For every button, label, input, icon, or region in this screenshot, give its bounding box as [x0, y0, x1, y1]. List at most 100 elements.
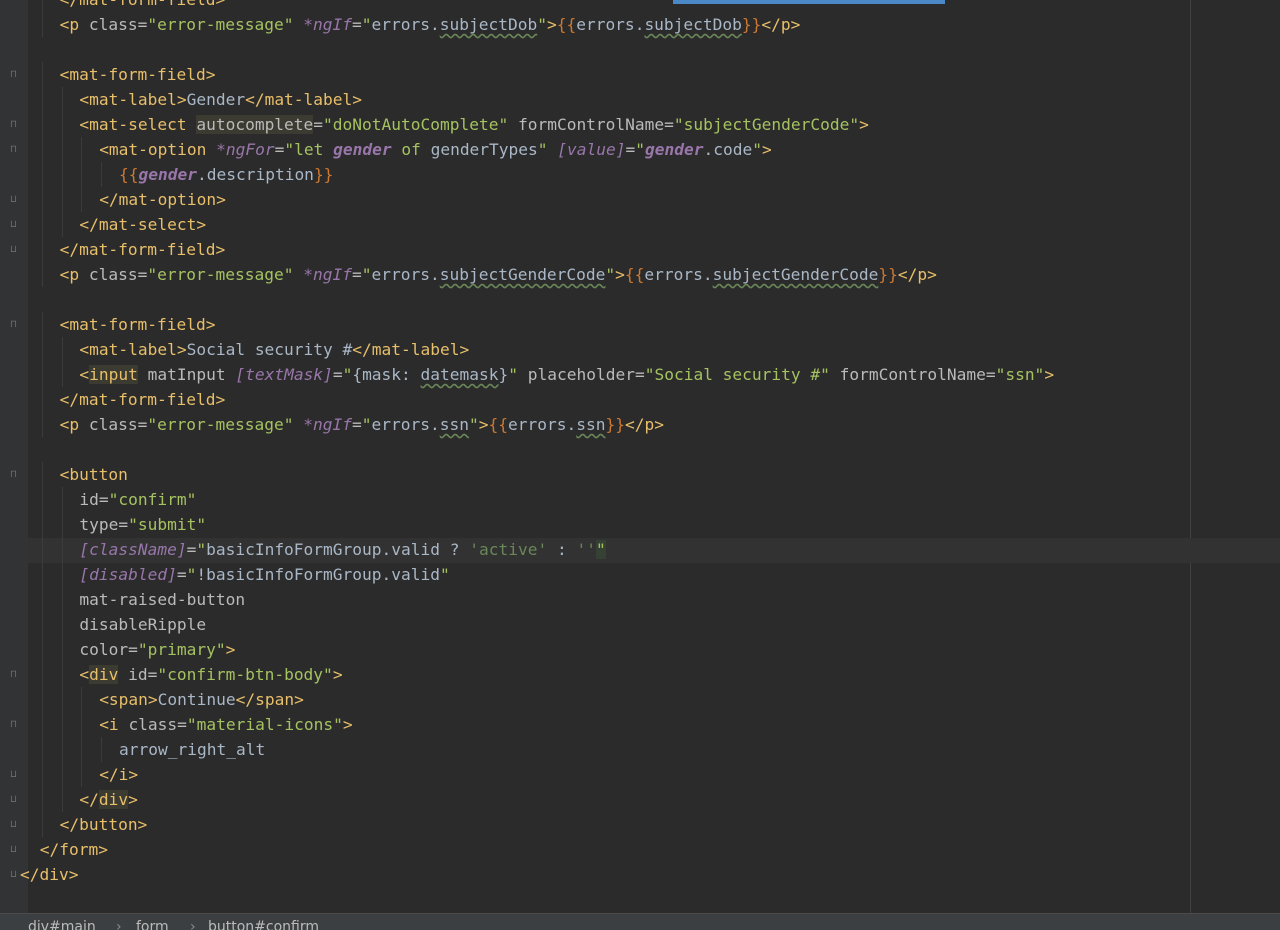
code-line[interactable]: ⊔ </mat-form-field> — [0, 237, 1280, 262]
code-line[interactable]: <input matInput [textMask]="{mask: datem… — [0, 362, 1280, 387]
code-line[interactable]: ⊔ </i> — [0, 762, 1280, 787]
indent-guide — [61, 662, 63, 687]
code-token: gender — [138, 165, 197, 184]
indent-guide — [41, 187, 43, 212]
code-line[interactable]: ⊓ <i class="material-icons"> — [0, 712, 1280, 737]
code-token: *ngIf — [303, 15, 352, 34]
code-token: matInput — [137, 365, 236, 384]
code-token: = — [186, 540, 197, 559]
code-line[interactable]: <mat-label>Social security #</mat-label> — [0, 337, 1280, 362]
code-line[interactable]: </mat-form-field> — [0, 0, 1280, 12]
code-token: class= — [88, 15, 148, 34]
code-text: </div> — [79, 787, 138, 812]
code-line[interactable]: ⊓ <mat-form-field> — [0, 312, 1280, 337]
code-text: <p class="error-message" *ngIf="errors.s… — [60, 262, 937, 287]
code-token: let — [294, 140, 334, 159]
code-line[interactable]: ⊔ </button> — [0, 812, 1280, 837]
code-line[interactable]: color="primary"> — [0, 637, 1280, 662]
fold-close-icon[interactable]: ⊔ — [9, 862, 18, 887]
code-line[interactable]: </mat-form-field> — [0, 387, 1280, 412]
code-token: "material-icons" — [186, 715, 343, 734]
code-token: }} — [605, 415, 625, 434]
code-line[interactable]: <p class="error-message" *ngIf="errors.s… — [0, 262, 1280, 287]
code-text: <mat-form-field> — [60, 62, 216, 87]
code-token: id= — [118, 665, 158, 684]
indent-guide — [41, 487, 43, 512]
code-editor[interactable]: </mat-form-field><p class="error-message… — [0, 0, 1280, 913]
code-line[interactable]: [disabled]="!basicInfoFormGroup.valid" — [0, 562, 1280, 587]
code-line[interactable]: disableRipple — [0, 612, 1280, 637]
fold-close-icon[interactable]: ⊔ — [9, 762, 18, 787]
code-token: "subjectGenderCode" — [673, 115, 860, 134]
code-token: </mat-label> — [245, 90, 363, 109]
fold-open-icon[interactable]: ⊓ — [9, 137, 18, 162]
code-token: <p — [59, 15, 89, 34]
code-line[interactable]: <span>Continue</span> — [0, 687, 1280, 712]
code-line[interactable]: ⊔ </mat-option> — [0, 187, 1280, 212]
code-text: arrow_right_alt — [119, 737, 265, 762]
indent-guide — [61, 712, 63, 737]
code-line[interactable]: ⊔ </mat-select> — [0, 212, 1280, 237]
code-token: " — [361, 415, 372, 434]
indent-guide — [61, 187, 63, 212]
code-token: "Social security #" — [644, 365, 830, 384]
code-lines[interactable]: </mat-form-field><p class="error-message… — [0, 0, 1280, 887]
breadcrumb-item-main[interactable]: div#main — [28, 918, 96, 930]
fold-close-icon[interactable]: ⊔ — [9, 837, 18, 862]
code-line[interactable]: type="submit" — [0, 512, 1280, 537]
code-line[interactable]: {{gender.description}} — [0, 162, 1280, 187]
code-line[interactable]: ⊓ <mat-select autocomplete="doNotAutoComp… — [0, 112, 1280, 137]
code-token: </p> — [897, 265, 937, 284]
code-token: = — [332, 365, 343, 384]
code-line[interactable]: ⊔ </div> — [0, 787, 1280, 812]
code-text: </button> — [60, 812, 148, 837]
code-token: "ssn" — [995, 365, 1045, 384]
code-line[interactable]: ⊓ <div id="confirm-btn-body"> — [0, 662, 1280, 687]
code-line[interactable]: ⊔ </div> — [0, 862, 1280, 887]
code-line[interactable]: mat-raised-button — [0, 587, 1280, 612]
code-line[interactable] — [0, 437, 1280, 462]
code-text: </mat-option> — [99, 187, 226, 212]
fold-close-icon[interactable]: ⊔ — [9, 212, 18, 237]
fold-close-icon[interactable]: ⊔ — [9, 237, 18, 262]
code-line[interactable]: ⊓ <mat-form-field> — [0, 62, 1280, 87]
fold-open-icon[interactable]: ⊓ — [9, 462, 18, 487]
fold-open-icon[interactable]: ⊓ — [9, 312, 18, 337]
code-line[interactable]: ⊓ <button — [0, 462, 1280, 487]
indent-guide — [61, 537, 63, 562]
code-line[interactable] — [0, 287, 1280, 312]
code-line[interactable]: <p class="error-message" *ngIf="errors.s… — [0, 12, 1280, 37]
breadcrumb-item-form[interactable]: form — [136, 918, 169, 930]
code-line[interactable]: <mat-label>Gender</mat-label> — [0, 87, 1280, 112]
fold-close-icon[interactable]: ⊔ — [9, 787, 18, 812]
code-line[interactable]: ⊓ <mat-option *ngFor="let gender of gende… — [0, 137, 1280, 162]
fold-open-icon[interactable]: ⊓ — [9, 712, 18, 737]
code-token: {{ — [119, 165, 139, 184]
code-line[interactable] — [0, 37, 1280, 62]
indent-guide — [41, 612, 43, 637]
indent-guide — [41, 212, 43, 237]
code-token: " — [342, 365, 353, 384]
code-token: " — [284, 140, 295, 159]
code-line[interactable]: id="confirm" — [0, 487, 1280, 512]
code-line[interactable]: [className]="basicInfoFormGroup.valid ? … — [0, 537, 1280, 562]
code-token: "error-message" — [147, 265, 294, 284]
code-token: = — [176, 565, 187, 584]
code-token: " — [468, 415, 479, 434]
fold-open-icon[interactable]: ⊓ — [9, 112, 18, 137]
fold-close-icon[interactable]: ⊔ — [9, 812, 18, 837]
fold-open-icon[interactable]: ⊓ — [9, 62, 18, 87]
code-line[interactable]: ⊔ </form> — [0, 837, 1280, 862]
breadcrumb-item-button-confirm[interactable]: button#confirm — [208, 918, 319, 930]
code-token: > — [128, 790, 138, 809]
fold-close-icon[interactable]: ⊔ — [9, 187, 18, 212]
code-line[interactable]: <p class="error-message" *ngIf="errors.s… — [0, 412, 1280, 437]
code-line[interactable]: arrow_right_alt — [0, 737, 1280, 762]
code-token: !basicInfoFormGroup.valid — [196, 565, 441, 584]
fold-open-icon[interactable]: ⊓ — [9, 662, 18, 687]
code-token: </mat-form-field> — [59, 390, 226, 409]
indent-guide — [61, 687, 63, 712]
code-text: type="submit" — [79, 512, 206, 537]
